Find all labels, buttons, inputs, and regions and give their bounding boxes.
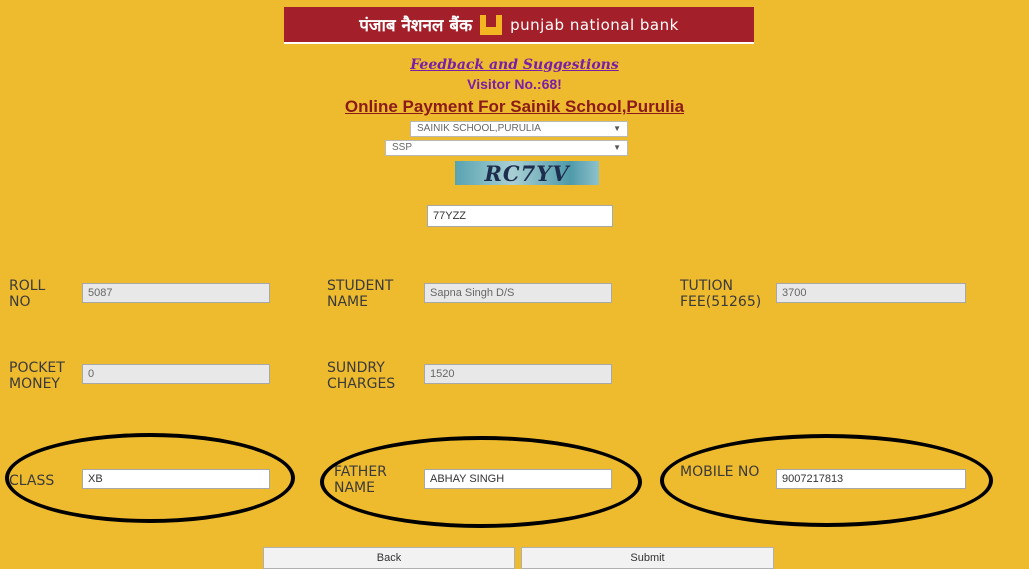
tution-fee-field[interactable] xyxy=(776,283,966,303)
feedback-link[interactable]: Feedback and Suggestions xyxy=(0,57,1029,73)
school-select[interactable]: SAINIK SCHOOL,PURULIA ▼ xyxy=(410,121,628,137)
school-select-value: SAINIK SCHOOL,PURULIA xyxy=(417,123,541,134)
highlight-oval-class xyxy=(5,433,295,523)
highlight-oval-father-name xyxy=(320,436,642,528)
bank-header-banner: पंजाब नैशनल बैंक punjab national bank xyxy=(284,7,754,44)
pocket-money-field[interactable] xyxy=(82,364,270,384)
submit-button[interactable]: Submit xyxy=(521,547,774,569)
category-select[interactable]: SSP ▼ xyxy=(385,140,628,156)
bank-name-english: punjab national bank xyxy=(510,15,679,34)
roll-no-field[interactable] xyxy=(82,283,270,303)
dropdown-arrow-icon: ▼ xyxy=(613,143,621,152)
roll-no-label: ROLL NO xyxy=(9,278,46,310)
back-button[interactable]: Back xyxy=(263,547,515,569)
student-name-label: STUDENT NAME xyxy=(327,278,394,310)
pnb-logo-icon xyxy=(480,14,503,35)
captcha-image: RC7YV xyxy=(455,161,599,186)
pocket-money-label: POCKET MONEY xyxy=(9,360,65,392)
student-name-field[interactable] xyxy=(424,283,612,303)
highlight-oval-mobile-no xyxy=(660,434,993,527)
captcha-input[interactable] xyxy=(427,205,613,227)
visitor-counter: Visitor No.:68! xyxy=(467,76,562,92)
category-select-value: SSP xyxy=(392,142,413,153)
sundry-charges-label: SUNDRY CHARGES xyxy=(327,360,396,392)
tution-fee-label: TUTION FEE(51265) xyxy=(680,278,762,310)
bank-name-hindi: पंजाब नैशनल बैंक xyxy=(359,16,473,36)
page-title: Online Payment For Sainik School,Purulia xyxy=(344,97,685,116)
sundry-charges-field[interactable] xyxy=(424,364,612,384)
dropdown-arrow-icon: ▼ xyxy=(613,124,621,133)
